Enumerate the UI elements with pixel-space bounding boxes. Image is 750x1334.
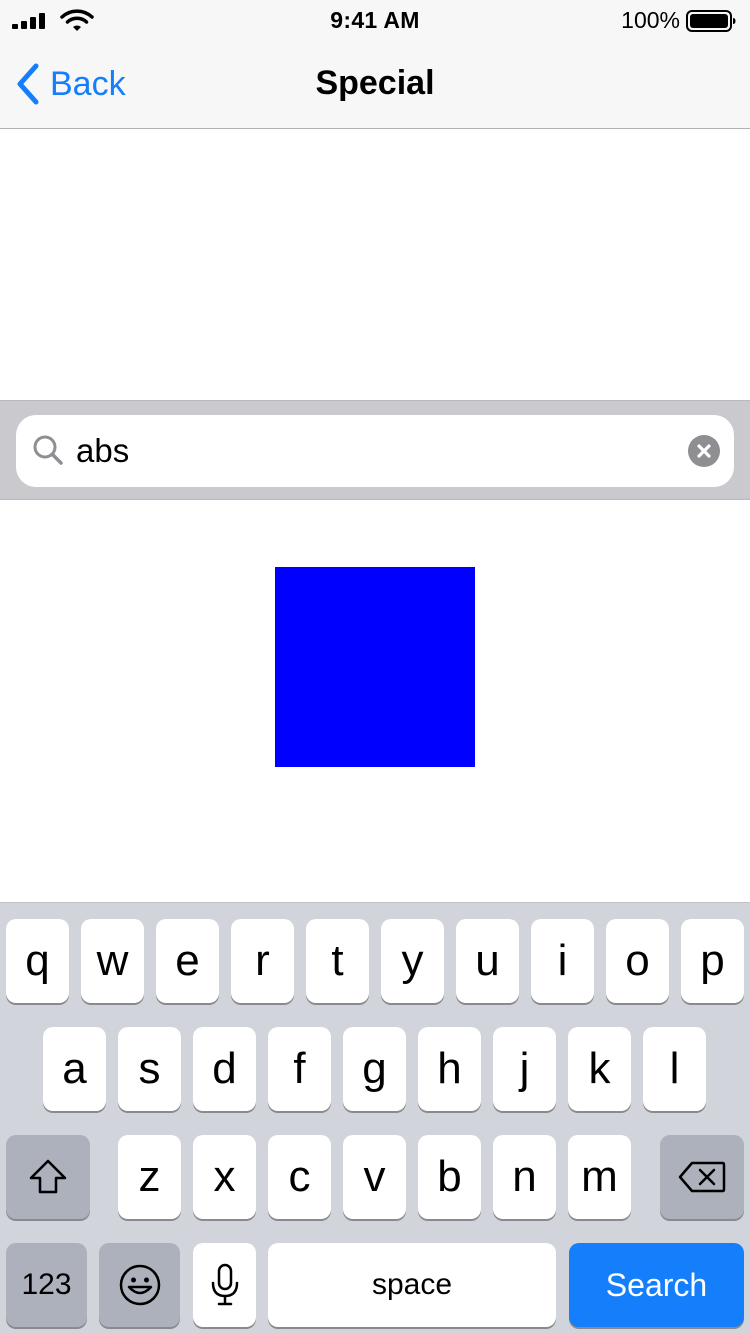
key-x[interactable]: x bbox=[193, 1135, 256, 1219]
key-b[interactable]: b bbox=[418, 1135, 481, 1219]
key-l[interactable]: l bbox=[643, 1027, 706, 1111]
key-p[interactable]: p bbox=[681, 919, 744, 1003]
key-y[interactable]: y bbox=[381, 919, 444, 1003]
key-a[interactable]: a bbox=[43, 1027, 106, 1111]
key-o[interactable]: o bbox=[606, 919, 669, 1003]
key-q[interactable]: q bbox=[6, 919, 69, 1003]
key-u[interactable]: u bbox=[456, 919, 519, 1003]
delete-key[interactable] bbox=[660, 1135, 744, 1219]
dictation-key[interactable] bbox=[193, 1243, 256, 1327]
key-z[interactable]: z bbox=[118, 1135, 181, 1219]
search-field[interactable] bbox=[16, 415, 734, 487]
key-g[interactable]: g bbox=[343, 1027, 406, 1111]
search-key[interactable]: Search bbox=[569, 1243, 744, 1327]
emoji-icon bbox=[119, 1264, 160, 1306]
key-t[interactable]: t bbox=[306, 919, 369, 1003]
key-m[interactable]: m bbox=[568, 1135, 631, 1219]
key-f[interactable]: f bbox=[268, 1027, 331, 1111]
space-key[interactable]: space bbox=[268, 1243, 556, 1327]
search-input[interactable] bbox=[76, 429, 676, 473]
key-s[interactable]: s bbox=[118, 1027, 181, 1111]
clear-icon bbox=[697, 444, 711, 458]
key-w[interactable]: w bbox=[81, 919, 144, 1003]
key-h[interactable]: h bbox=[418, 1027, 481, 1111]
shift-key[interactable] bbox=[6, 1135, 90, 1219]
key-k[interactable]: k bbox=[568, 1027, 631, 1111]
status-bar: 9:41 AM 100% bbox=[0, 0, 750, 40]
backspace-icon bbox=[678, 1161, 726, 1193]
keyboard: q w e r t y u i o p a s d f g h j k l z … bbox=[0, 902, 750, 1334]
key-v[interactable]: v bbox=[343, 1135, 406, 1219]
microphone-icon bbox=[211, 1263, 238, 1306]
navigation-header: 9:41 AM 100% Back Special bbox=[0, 0, 750, 129]
emoji-key[interactable] bbox=[99, 1243, 180, 1327]
key-i[interactable]: i bbox=[531, 919, 594, 1003]
key-j[interactable]: j bbox=[493, 1027, 556, 1111]
key-n[interactable]: n bbox=[493, 1135, 556, 1219]
page-title: Special bbox=[315, 64, 435, 102]
battery-percentage: 100% bbox=[621, 7, 680, 33]
battery-icon bbox=[686, 10, 736, 32]
search-icon bbox=[33, 435, 63, 465]
search-bar bbox=[0, 400, 750, 500]
shift-icon bbox=[29, 1159, 67, 1194]
numbers-key[interactable]: 123 bbox=[6, 1243, 87, 1327]
clear-search-button[interactable] bbox=[688, 435, 720, 467]
key-d[interactable]: d bbox=[193, 1027, 256, 1111]
blue-square bbox=[275, 567, 475, 767]
key-e[interactable]: e bbox=[156, 919, 219, 1003]
key-c[interactable]: c bbox=[268, 1135, 331, 1219]
key-r[interactable]: r bbox=[231, 919, 294, 1003]
